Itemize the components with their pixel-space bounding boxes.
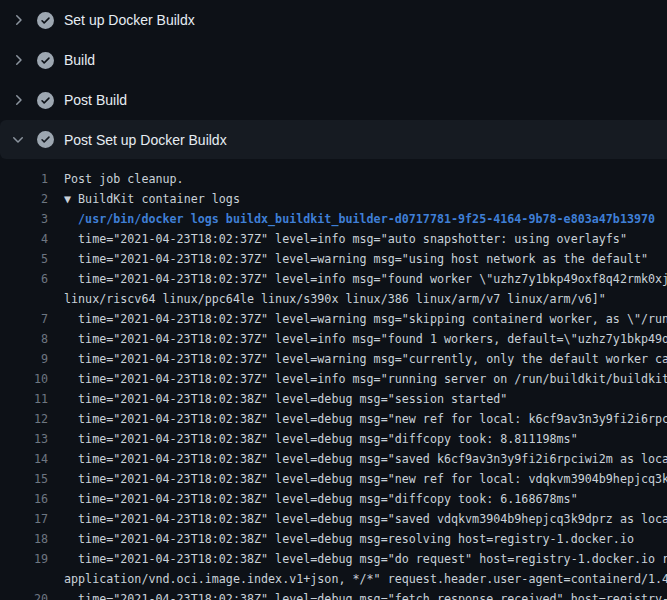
chevron-down-icon — [10, 132, 26, 148]
log-command-text: /usr/bin/docker logs buildx_buildkit_bui… — [64, 209, 655, 229]
log-line-number[interactable]: 3 — [0, 209, 48, 229]
check-circle-icon — [37, 52, 54, 69]
log-line-number[interactable]: 14 — [0, 449, 48, 469]
log-line: 18 time="2021-04-23T18:02:38Z" level=deb… — [0, 529, 667, 549]
log-line: 15 time="2021-04-23T18:02:38Z" level=deb… — [0, 469, 667, 489]
chevron-right-icon — [10, 92, 26, 108]
log-text: time="2021-04-23T18:02:38Z" level=debug … — [64, 469, 667, 489]
log-line: 14 time="2021-04-23T18:02:38Z" level=deb… — [0, 449, 667, 469]
log-text: time="2021-04-23T18:02:37Z" level=warnin… — [64, 349, 667, 369]
check-circle-icon-wrap — [37, 92, 54, 109]
log-line: 10 time="2021-04-23T18:02:37Z" level=inf… — [0, 369, 667, 389]
log-line-number[interactable]: 7 — [0, 309, 48, 329]
log-text: time="2021-04-23T18:02:38Z" level=debug … — [64, 389, 507, 409]
log-line: 13 time="2021-04-23T18:02:38Z" level=deb… — [0, 429, 667, 449]
log-line-number[interactable]: 15 — [0, 469, 48, 489]
log-line: 12 time="2021-04-23T18:02:38Z" level=deb… — [0, 409, 667, 429]
check-circle-icon — [37, 12, 54, 29]
log-line-number[interactable]: 9 — [0, 349, 48, 369]
steps-list: Set up Docker Buildx Build Post Build Post … — [0, 0, 667, 159]
log-text: time="2021-04-23T18:02:38Z" level=debug … — [64, 509, 667, 529]
log-line: 16 time="2021-04-23T18:02:38Z" level=deb… — [0, 489, 667, 509]
log-text: time="2021-04-23T18:02:37Z" level=warnin… — [64, 309, 667, 329]
log-line: 11 time="2021-04-23T18:02:38Z" level=deb… — [0, 389, 667, 409]
log-line-number[interactable]: 11 — [0, 389, 48, 409]
step-header-post-set-up-docker-buildx[interactable]: Post Set up Docker Buildx — [0, 120, 667, 159]
chevron-right-icon — [10, 52, 26, 68]
log-text: time="2021-04-23T18:02:38Z" level=debug … — [64, 589, 667, 600]
log-line: 20 time="2021-04-23T18:02:38Z" level=deb… — [0, 589, 667, 600]
chevron-right-icon-wrap — [10, 12, 26, 28]
check-circle-icon-wrap — [37, 12, 54, 29]
log-line-number[interactable]: 20 — [0, 589, 48, 600]
log-text: time="2021-04-23T18:02:37Z" level=info m… — [64, 369, 667, 389]
log-line-number[interactable]: 12 — [0, 409, 48, 429]
log-line: 2 ▼ BuildKit container logs — [0, 189, 667, 209]
log-text-continuation: linux/riscv64 linux/ppc64le linux/s390x … — [64, 289, 606, 309]
log-line: 6 time="2021-04-23T18:02:37Z" level=info… — [0, 269, 667, 289]
step-header-post-build[interactable]: Post Build — [0, 80, 667, 120]
log-line-number[interactable]: 2 — [0, 189, 48, 209]
log-text: time="2021-04-23T18:02:38Z" level=debug … — [64, 409, 667, 429]
step-title: Build — [64, 52, 95, 68]
chevron-right-icon-wrap — [10, 92, 26, 108]
log-text: time="2021-04-23T18:02:37Z" level=info m… — [64, 229, 627, 249]
chevron-down-icon-wrap — [10, 132, 26, 148]
log-text: time="2021-04-23T18:02:37Z" level=info m… — [64, 329, 667, 349]
log-text: time="2021-04-23T18:02:37Z" level=warnin… — [64, 249, 648, 269]
log-line: 1 Post job cleanup. — [0, 169, 667, 189]
log-line-continuation: application/vnd.oci.image.index.v1+json,… — [0, 569, 667, 589]
log-line-number[interactable]: 4 — [0, 229, 48, 249]
log-text-continuation: application/vnd.oci.image.index.v1+json,… — [64, 569, 667, 589]
log-line: 17 time="2021-04-23T18:02:38Z" level=deb… — [0, 509, 667, 529]
log-text: time="2021-04-23T18:02:38Z" level=debug … — [64, 529, 634, 549]
log-line: 4 time="2021-04-23T18:02:37Z" level=info… — [0, 229, 667, 249]
log-line-number[interactable]: 1 — [0, 169, 48, 189]
chevron-right-icon — [10, 12, 26, 28]
step-header-build[interactable]: Build — [0, 40, 667, 80]
log-line: 5 time="2021-04-23T18:02:37Z" level=warn… — [0, 249, 667, 269]
log-line-number[interactable]: 17 — [0, 509, 48, 529]
check-circle-icon-wrap — [37, 131, 54, 148]
log-line-number-empty — [0, 289, 48, 309]
chevron-right-icon-wrap — [10, 52, 26, 68]
step-header-set-up-docker-buildx[interactable]: Set up Docker Buildx — [0, 0, 667, 40]
log-text: time="2021-04-23T18:02:38Z" level=debug … — [64, 429, 578, 449]
log-line-number-empty — [0, 569, 48, 589]
check-circle-icon — [37, 131, 54, 148]
workflow-log-viewer: Set up Docker Buildx Build Post Build Post … — [0, 0, 667, 600]
log-line-number[interactable]: 10 — [0, 369, 48, 389]
log-line: 7 time="2021-04-23T18:02:37Z" level=warn… — [0, 309, 667, 329]
log-text: ▼ BuildKit container logs — [64, 189, 240, 209]
log-line: 3 /usr/bin/docker logs buildx_buildkit_b… — [0, 209, 667, 229]
log-line: 19 time="2021-04-23T18:02:38Z" level=deb… — [0, 549, 667, 569]
log-line-number[interactable]: 19 — [0, 549, 48, 569]
step-title: Post Build — [64, 92, 127, 108]
check-circle-icon-wrap — [37, 52, 54, 69]
step-title: Set up Docker Buildx — [64, 12, 195, 28]
log-line-number[interactable]: 13 — [0, 429, 48, 449]
log-line-number[interactable]: 18 — [0, 529, 48, 549]
triangle-down-icon[interactable]: ▼ — [64, 192, 71, 206]
log-text: Post job cleanup. — [64, 169, 184, 189]
log-text: time="2021-04-23T18:02:38Z" level=debug … — [64, 489, 578, 509]
log-line-number[interactable]: 6 — [0, 269, 48, 289]
check-circle-icon — [37, 92, 54, 109]
log-line: 9 time="2021-04-23T18:02:37Z" level=warn… — [0, 349, 667, 369]
log-text: time="2021-04-23T18:02:38Z" level=debug … — [64, 549, 667, 569]
log-line-number[interactable]: 8 — [0, 329, 48, 349]
log-area: 1 Post job cleanup. 2 ▼ BuildKit container … — [0, 159, 667, 600]
log-line-number[interactable]: 16 — [0, 489, 48, 509]
log-text: time="2021-04-23T18:02:37Z" level=info m… — [64, 269, 667, 289]
log-line-number[interactable]: 5 — [0, 249, 48, 269]
log-line: 8 time="2021-04-23T18:02:37Z" level=info… — [0, 329, 667, 349]
log-text: time="2021-04-23T18:02:38Z" level=debug … — [64, 449, 667, 469]
log-line-continuation: linux/riscv64 linux/ppc64le linux/s390x … — [0, 289, 667, 309]
step-title: Post Set up Docker Buildx — [64, 132, 227, 148]
